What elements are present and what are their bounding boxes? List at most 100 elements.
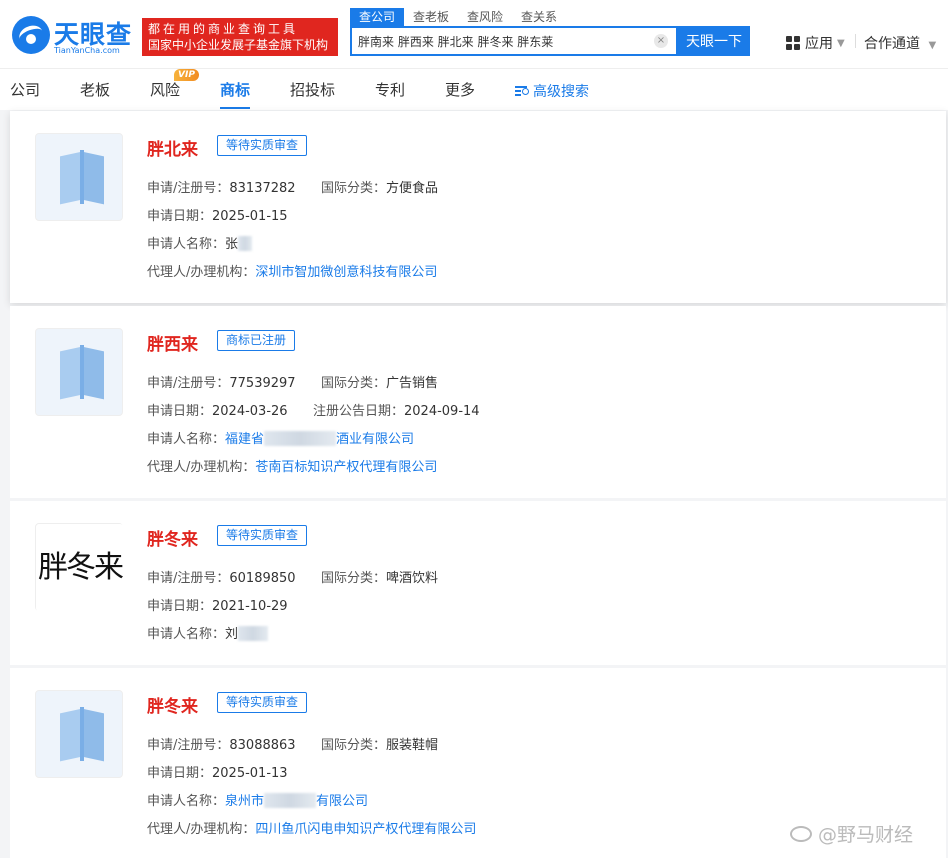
apps-menu[interactable]: 应用 ▼ (786, 33, 845, 53)
intl-class-label: 国际分类： (321, 376, 387, 391)
tab-search-risk[interactable]: 查风险 (458, 8, 512, 26)
caret-down-icon: ▼ (837, 37, 845, 49)
nav-risk[interactable]: 风险 (150, 79, 180, 100)
slogan-line2: 国家中小企业发展子基金旗下机构 (148, 38, 329, 52)
trademark-card[interactable]: 胖北来 等待实质审查 申请/注册号：83137282 国际分类：方便食品 申请日… (10, 111, 946, 303)
agent-row: 代理人/办理机构：四川鱼爪闪电申知识产权代理有限公司 (147, 818, 476, 837)
tab-search-company[interactable]: 查公司 (350, 8, 405, 26)
applicant-link-start[interactable]: 福建省 (225, 432, 264, 447)
applicant-row: 申请人名称：张 (147, 233, 253, 252)
applicant-label: 申请人名称： (147, 237, 226, 252)
nav-bidding[interactable]: 招投标 (290, 79, 335, 100)
nav-more[interactable]: 更多 (445, 79, 475, 100)
intl-class-row: 国际分类：服装鞋帽 (321, 734, 438, 753)
trademark-name[interactable]: 胖冬来 (147, 692, 198, 717)
top-header: 天眼查 TianYanCha.com 都在用的商业查询工具 国家中小企业发展子基… (0, 0, 948, 68)
agent-link[interactable]: 深圳市智加微创意科技有限公司 (255, 265, 437, 280)
intl-class-value: 方便食品 (386, 181, 439, 196)
book-placeholder-icon (60, 148, 104, 205)
agent-label: 代理人/办理机构： (147, 460, 256, 475)
trademark-card[interactable]: 胖西来 商标已注册 申请/注册号：77539297 国际分类：广告销售 申请日期… (10, 306, 946, 498)
apply-date-row: 申请日期：2025-01-13 (147, 762, 288, 781)
weibo-watermark: @野马财经 (790, 820, 913, 847)
trademark-name[interactable]: 胖冬来 (147, 525, 198, 550)
reg-no-row: 申请/注册号：83137282 (147, 177, 296, 196)
applicant-row: 申请人名称：福建省 酒业有限公司 (147, 428, 414, 447)
apps-grid-icon (786, 36, 800, 50)
reg-no-value: 83088863 (229, 738, 296, 753)
trademark-card[interactable]: 胖冬来 胖冬来 等待实质审查 申请/注册号：60189850 国际分类：啤酒饮料… (10, 501, 946, 665)
reg-no-value: 77539297 (229, 376, 296, 391)
divider (855, 34, 856, 48)
status-badge: 等待实质审查 (217, 135, 308, 156)
reg-no-label: 申请/注册号： (147, 181, 230, 196)
applicant-value: 张 (225, 237, 239, 252)
search-input[interactable] (358, 32, 648, 50)
intl-class-row: 国际分类：啤酒饮料 (321, 567, 438, 586)
apply-date-value: 2025-01-15 (212, 209, 288, 224)
caret-down-icon: ▼ (928, 40, 937, 51)
apply-date-row: 申请日期：2024-03-26 (147, 400, 288, 419)
redacted-mask (264, 431, 337, 446)
watermark-text: @野马财经 (818, 824, 914, 846)
intl-class-value: 广告销售 (386, 376, 439, 391)
vip-badge: VIP (174, 69, 199, 81)
tab-search-relation[interactable]: 查关系 (512, 8, 566, 26)
agent-label: 代理人/办理机构： (147, 822, 256, 837)
agent-link[interactable]: 四川鱼爪闪电申知识产权代理有限公司 (255, 822, 476, 837)
intl-class-value: 啤酒饮料 (386, 571, 439, 586)
trademark-word-image: 胖冬来 (36, 524, 124, 612)
apply-date-row: 申请日期：2025-01-15 (147, 205, 288, 224)
reg-no-label: 申请/注册号： (147, 571, 230, 586)
tab-search-boss[interactable]: 查老板 (404, 8, 458, 26)
weibo-icon (790, 825, 812, 842)
apply-date-label: 申请日期： (147, 404, 213, 419)
filter-search-icon (515, 85, 529, 97)
logo-domain: TianYanCha.com (54, 46, 120, 55)
agent-label: 代理人/办理机构： (147, 265, 256, 280)
redacted-mask (238, 626, 269, 641)
apply-date-value: 2024-03-26 (212, 404, 288, 419)
redacted-mask (264, 793, 317, 808)
agent-link[interactable]: 苍南百标知识产权代理有限公司 (255, 460, 437, 475)
agent-row: 代理人/办理机构：深圳市智加微创意科技有限公司 (147, 261, 437, 280)
nav-boss[interactable]: 老板 (80, 79, 110, 100)
eye-logo-icon (12, 16, 50, 54)
intl-class-label: 国际分类： (321, 571, 387, 586)
advanced-search-label: 高级搜索 (533, 84, 589, 100)
search-button[interactable]: 天眼一下 (678, 26, 750, 56)
nav-company[interactable]: 公司 (10, 79, 40, 100)
applicant-link-end[interactable]: 酒业有限公司 (336, 432, 414, 447)
apps-label: 应用 (805, 36, 833, 52)
tianyancha-logo[interactable]: 天眼查 TianYanCha.com (12, 16, 134, 58)
apply-date-value: 2025-01-13 (212, 766, 288, 781)
intl-class-value: 服装鞋帽 (386, 738, 439, 753)
trademark-image[interactable] (35, 133, 123, 221)
redacted-mask (238, 236, 253, 251)
apply-date-label: 申请日期： (147, 766, 213, 781)
partner-menu[interactable]: 合作通道 ▼ (864, 33, 936, 53)
reg-no-label: 申请/注册号： (147, 738, 230, 753)
status-badge: 等待实质审查 (217, 692, 308, 713)
applicant-link-start[interactable]: 泉州市 (225, 794, 264, 809)
nav-trademark[interactable]: 商标 (220, 79, 250, 100)
intl-class-label: 国际分类： (321, 738, 387, 753)
reg-no-row: 申请/注册号：60189850 (147, 567, 296, 586)
reg-no-row: 申请/注册号：83088863 (147, 734, 296, 753)
trademark-image[interactable] (35, 328, 123, 416)
trademark-name[interactable]: 胖北来 (147, 135, 198, 160)
announce-date-label: 注册公告日期： (313, 404, 405, 419)
trademark-name[interactable]: 胖西来 (147, 330, 198, 355)
trademark-image[interactable]: 胖冬来 (35, 523, 124, 612)
applicant-value: 刘 (225, 627, 239, 642)
nav-patent[interactable]: 专利 (375, 79, 405, 100)
applicant-link-end[interactable]: 有限公司 (316, 794, 368, 809)
advanced-search-link[interactable]: 高级搜索 (515, 81, 589, 101)
clear-icon[interactable]: × (654, 34, 668, 48)
apply-date-label: 申请日期： (147, 209, 213, 224)
applicant-label: 申请人名称： (147, 627, 226, 642)
search-type-tabs: 查公司 查老板 查风险 查关系 (350, 8, 566, 26)
applicant-row: 申请人名称：刘 (147, 623, 269, 642)
trademark-image[interactable] (35, 690, 123, 778)
intl-class-row: 国际分类：方便食品 (321, 177, 438, 196)
